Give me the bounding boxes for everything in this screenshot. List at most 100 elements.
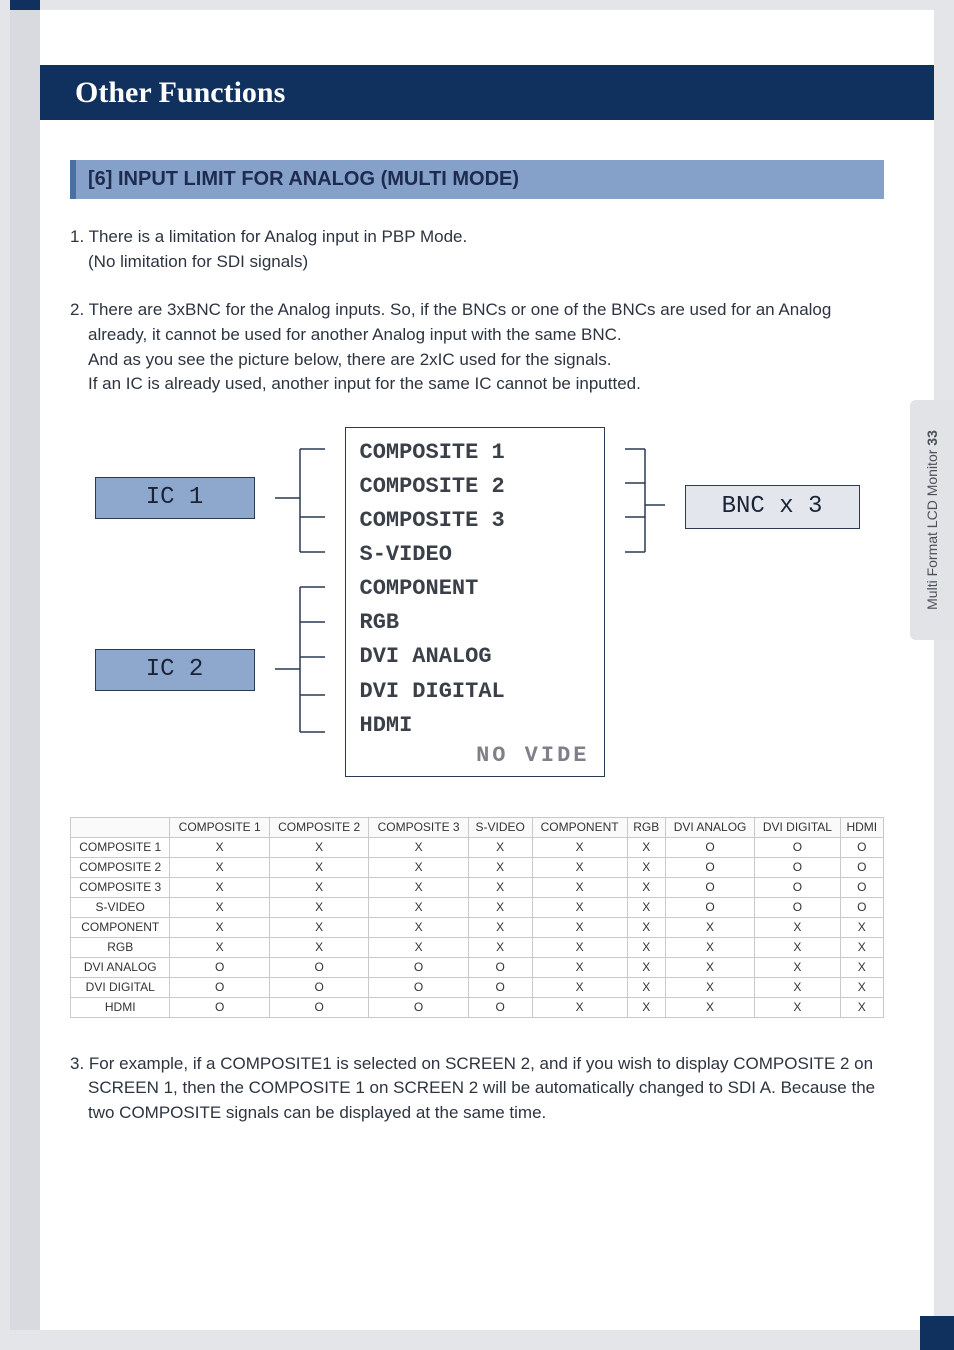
- para2-line4: If an IC is already used, another input …: [70, 372, 884, 397]
- table-cell: X: [532, 877, 627, 897]
- table-cell: X: [170, 937, 269, 957]
- para2-line1: 2. There are 3xBNC for the Analog inputs…: [70, 300, 831, 319]
- table-cell: X: [369, 917, 468, 937]
- table-cell: O: [170, 977, 269, 997]
- chapter-header-bar: Other Functions: [40, 65, 934, 120]
- table-cell: X: [665, 957, 754, 977]
- signal-footer: NO VIDE: [360, 743, 590, 768]
- table-col-header: COMPONENT: [532, 817, 627, 837]
- diagram-signal-list: COMPOSITE 1COMPOSITE 2COMPOSITE 3S-VIDEO…: [345, 427, 605, 777]
- table-row-header: S-VIDEO: [71, 897, 170, 917]
- table-cell: X: [269, 897, 368, 917]
- table-cell: O: [369, 957, 468, 977]
- table-cell: X: [665, 917, 754, 937]
- chapter-title: Other Functions: [75, 76, 285, 110]
- table-cell: X: [170, 897, 269, 917]
- paragraph-1: 1. There is a limitation for Analog inpu…: [70, 225, 884, 274]
- table-row: COMPOSITE 3XXXXXXOOO: [71, 877, 884, 897]
- table-cell: O: [170, 997, 269, 1017]
- signal-row: COMPONENT: [360, 572, 590, 606]
- table-cell: O: [840, 857, 883, 877]
- table-row-header: DVI DIGITAL: [71, 977, 170, 997]
- table-cell: X: [532, 957, 627, 977]
- signal-row: RGB: [360, 606, 590, 640]
- table-cell: X: [532, 857, 627, 877]
- paragraph-2: 2. There are 3xBNC for the Analog inputs…: [70, 298, 884, 397]
- table-corner-cell: [71, 817, 170, 837]
- table-cell: X: [755, 977, 840, 997]
- para2-line2: already, it cannot be used for another A…: [70, 323, 884, 348]
- table-cell: X: [532, 837, 627, 857]
- table-cell: X: [269, 877, 368, 897]
- table-cell: X: [665, 937, 754, 957]
- table-cell: O: [468, 997, 532, 1017]
- bnc-box: BNC x 3: [685, 485, 860, 529]
- table-cell: O: [840, 897, 883, 917]
- table-cell: O: [840, 877, 883, 897]
- signal-list-box: COMPOSITE 1COMPOSITE 2COMPOSITE 3S-VIDEO…: [345, 427, 605, 777]
- diagram-bnc-column: BNC x 3: [685, 427, 860, 777]
- signal-row: COMPOSITE 3: [360, 504, 590, 538]
- connector-right: [625, 427, 665, 767]
- table-cell: X: [627, 977, 665, 997]
- para1-line2: (No limitation for SDI signals): [70, 250, 884, 275]
- side-tab-label: Multi Format LCD Monitor 33: [924, 430, 940, 610]
- table-row-header: DVI ANALOG: [71, 957, 170, 977]
- table-cell: X: [840, 917, 883, 937]
- table-row-header: COMPOSITE 3: [71, 877, 170, 897]
- table-cell: X: [369, 837, 468, 857]
- table-cell: X: [627, 957, 665, 977]
- table-cell: X: [269, 837, 368, 857]
- table-cell: X: [468, 837, 532, 857]
- table-col-header: HDMI: [840, 817, 883, 837]
- table-cell: X: [755, 957, 840, 977]
- compatibility-table: COMPOSITE 1COMPOSITE 2COMPOSITE 3S-VIDEO…: [70, 817, 884, 1018]
- table-col-header: COMPOSITE 1: [170, 817, 269, 837]
- table-cell: X: [840, 977, 883, 997]
- table-cell: X: [532, 897, 627, 917]
- table-col-header: RGB: [627, 817, 665, 837]
- paragraph-3: 3. For example, if a COMPOSITE1 is selec…: [70, 1052, 884, 1126]
- table-cell: O: [269, 977, 368, 997]
- content-area: [6] INPUT LIMIT FOR ANALOG (MULTI MODE) …: [70, 160, 884, 1150]
- table-cell: O: [755, 857, 840, 877]
- table-cell: X: [170, 877, 269, 897]
- table-cell: O: [369, 997, 468, 1017]
- table-row-header: COMPOSITE 1: [71, 837, 170, 857]
- table-cell: X: [627, 877, 665, 897]
- table-cell: X: [627, 997, 665, 1017]
- signal-row: HDMI: [360, 709, 590, 743]
- table-cell: O: [170, 957, 269, 977]
- table-cell: O: [755, 877, 840, 897]
- table-row: S-VIDEOXXXXXXOOO: [71, 897, 884, 917]
- table-col-header: S-VIDEO: [468, 817, 532, 837]
- ic2-box: IC 2: [95, 649, 255, 691]
- corner-decoration-bottom-right: [920, 1316, 954, 1350]
- side-tab-page-number: 33: [924, 430, 940, 446]
- table-row: COMPOSITE 1XXXXXXOOO: [71, 837, 884, 857]
- table-row-header: RGB: [71, 937, 170, 957]
- table-cell: X: [269, 937, 368, 957]
- table-cell: O: [665, 857, 754, 877]
- para1-line1: 1. There is a limitation for Analog inpu…: [70, 227, 467, 246]
- table-cell: X: [532, 997, 627, 1017]
- table-cell: O: [840, 837, 883, 857]
- table-cell: X: [665, 977, 754, 997]
- connector-left: [275, 427, 325, 767]
- table-cell: O: [269, 997, 368, 1017]
- side-tab-caption: Multi Format LCD Monitor: [924, 446, 940, 610]
- ic1-box: IC 1: [95, 477, 255, 519]
- table-cell: X: [170, 837, 269, 857]
- signal-row: COMPOSITE 2: [360, 470, 590, 504]
- table-row: HDMIOOOOXXXXX: [71, 997, 884, 1017]
- diagram-ic-column: IC 1 IC 2: [95, 427, 255, 777]
- table-cell: X: [369, 897, 468, 917]
- table-cell: X: [269, 917, 368, 937]
- table-cell: X: [755, 937, 840, 957]
- table-cell: O: [269, 957, 368, 977]
- table-cell: X: [468, 857, 532, 877]
- table-cell: X: [840, 957, 883, 977]
- signal-row: S-VIDEO: [360, 538, 590, 572]
- para3-line2: SCREEN 1, then the COMPOSITE 1 on SCREEN…: [70, 1076, 884, 1101]
- para3-line3: two COMPOSITE signals can be displayed a…: [70, 1101, 884, 1126]
